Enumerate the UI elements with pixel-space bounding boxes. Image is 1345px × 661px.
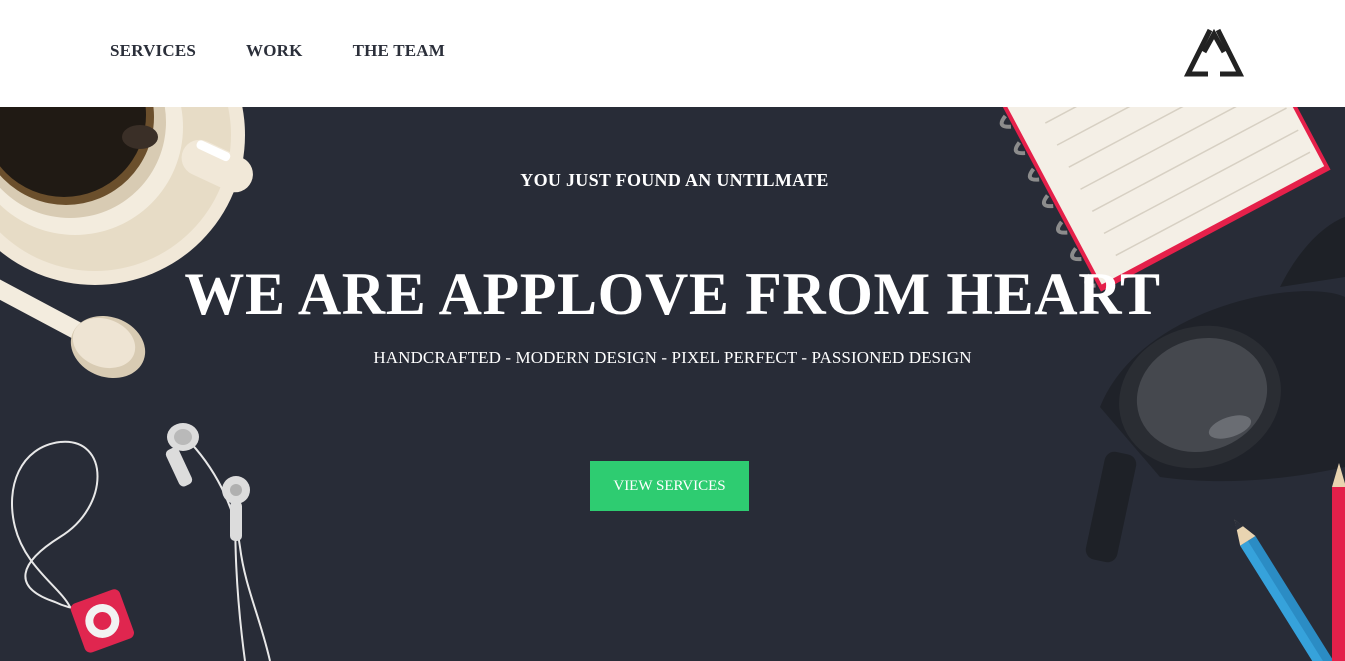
hero-section: YOU JUST FOUND AN UNTILMATE WE ARE APPLO… bbox=[0, 107, 1345, 661]
pencil-icon bbox=[1234, 463, 1345, 661]
hero-headline: WE ARE APPLOVE FROM HEART bbox=[184, 261, 1161, 327]
main-nav: SERVICES WORK THE TEAM bbox=[110, 41, 495, 61]
music-player-icon bbox=[70, 589, 134, 653]
triangle-recycle-icon[interactable] bbox=[1182, 24, 1246, 80]
view-services-button[interactable]: VIEW SERVICES bbox=[590, 461, 749, 511]
hero-subline: HANDCRAFTED - MODERN DESIGN - PIXEL PERF… bbox=[373, 348, 972, 367]
nav-item-the-team[interactable]: THE TEAM bbox=[353, 41, 445, 61]
nav-item-services[interactable]: SERVICES bbox=[110, 41, 196, 61]
coffee-cup-icon bbox=[0, 107, 253, 285]
nav-item-work[interactable]: WORK bbox=[246, 41, 303, 61]
top-navigation-bar: SERVICES WORK THE TEAM bbox=[0, 0, 1345, 107]
earphones-icon bbox=[11, 436, 271, 661]
hero-tagline: YOU JUST FOUND AN UNTILMATE bbox=[520, 170, 829, 190]
